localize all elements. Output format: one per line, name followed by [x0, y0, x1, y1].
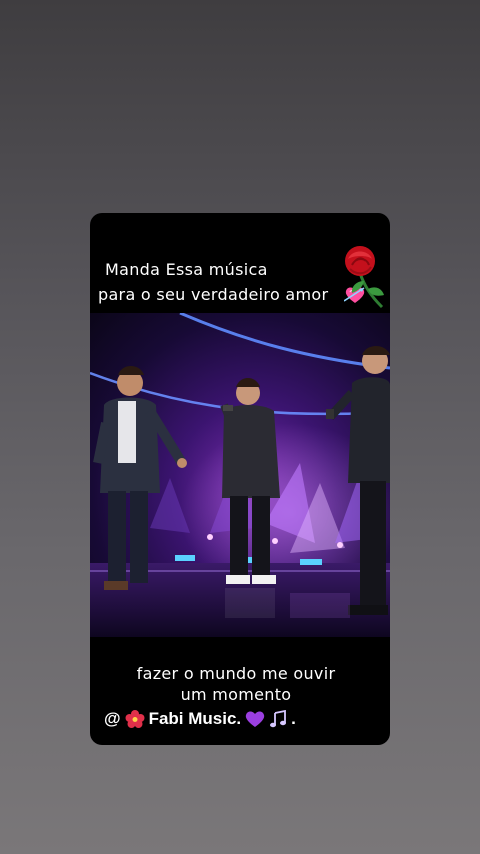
stage-scene	[90, 313, 390, 637]
hibiscus-icon	[125, 710, 145, 728]
video-player[interactable]	[90, 313, 390, 637]
caption-line-2: para o seu verdadeiro amor	[98, 285, 329, 304]
music-notes-icon	[269, 710, 287, 728]
credit-tag[interactable]: @ Fabi Music. .	[104, 709, 296, 729]
caption-line-3: fazer o mundo me ouvir	[136, 664, 336, 683]
purple-heart-icon	[245, 710, 265, 728]
rose-icon	[345, 246, 384, 309]
credit-name: Fabi Music.	[148, 709, 242, 728]
performer-left	[93, 366, 187, 590]
credit-end: .	[291, 709, 296, 728]
bottom-caption: fazer o mundo me ouvir um momento @ Fabi…	[90, 637, 390, 745]
credit-at: @	[104, 709, 121, 728]
story-card[interactable]: Manda Essa música para o seu verdadeiro …	[90, 213, 390, 745]
caption-line-1: Manda Essa música	[105, 260, 268, 279]
top-caption: Manda Essa música para o seu verdadeiro …	[90, 213, 390, 313]
caption-line-4: um momento	[180, 685, 292, 704]
